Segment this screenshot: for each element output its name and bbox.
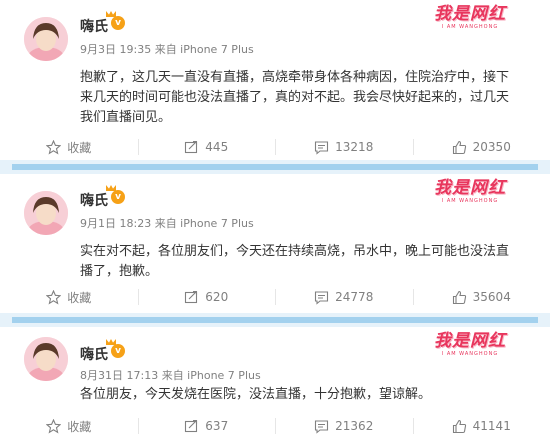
vip-badge: v bbox=[111, 16, 125, 30]
watermark-subtext: I AM WANGHONG bbox=[441, 24, 499, 30]
username[interactable]: 嗨氏 bbox=[80, 16, 108, 36]
repost-icon bbox=[184, 290, 199, 305]
post-separator bbox=[0, 313, 550, 327]
repost-button[interactable]: 637 bbox=[137, 409, 276, 443]
username[interactable]: 嗨氏 bbox=[80, 190, 108, 210]
action-bar-2: 收藏 620 24778 35604 bbox=[0, 280, 550, 314]
post-meta[interactable]: 9月3日 19:35 来自 iPhone 7 Plus bbox=[80, 41, 254, 57]
repost-button[interactable]: 445 bbox=[137, 130, 276, 164]
comment-button[interactable]: 21362 bbox=[275, 409, 413, 443]
comment-button[interactable]: 24778 bbox=[275, 280, 413, 314]
like-icon bbox=[452, 140, 467, 155]
weibo-post-1: 嗨氏 v 9月3日 19:35 来自 iPhone 7 Plus 我是网红 I … bbox=[0, 0, 550, 131]
watermark-logo: 我是网红 I AM WANGHONG bbox=[420, 331, 520, 357]
watermark-text: 我是网红 bbox=[434, 331, 506, 351]
vip-badge: v bbox=[111, 190, 125, 204]
comment-icon bbox=[314, 290, 329, 305]
weibo-post-2: 嗨氏 v 9月1日 18:23 来自 iPhone 7 Plus 我是网红 I … bbox=[0, 174, 550, 282]
post-content: 抱歉了，这几天一直没有直播，高烧牵带身体各种病因，住院治疗中，接下来几天的时间可… bbox=[80, 70, 510, 125]
favorite-button[interactable]: 收藏 bbox=[0, 130, 138, 164]
watermark-subtext: I AM WANGHONG bbox=[441, 351, 499, 357]
like-count: 35604 bbox=[472, 290, 511, 304]
post-content: 实在对不起，各位朋友们，今天还在持续高烧，吊水中，晚上可能也没法直播了，抱歉。 bbox=[80, 244, 510, 279]
star-icon bbox=[46, 139, 62, 155]
favorite-label: 收藏 bbox=[67, 290, 92, 305]
repost-count: 637 bbox=[205, 419, 229, 433]
star-icon bbox=[46, 418, 62, 434]
like-button[interactable]: 20350 bbox=[412, 130, 550, 164]
avatar[interactable] bbox=[24, 337, 68, 381]
watermark-logo: 我是网红 I AM WANGHONG bbox=[420, 4, 520, 30]
repost-icon bbox=[184, 419, 199, 434]
weibo-post-3: 嗨氏 v 8月31日 17:13 来自 iPhone 7 Plus 我是网红 I… bbox=[0, 327, 550, 413]
action-bar-1: 收藏 445 13218 20350 bbox=[0, 130, 550, 164]
action-bar-3: 收藏 637 21362 41141 bbox=[0, 409, 550, 443]
favorite-label: 收藏 bbox=[67, 140, 92, 155]
like-count: 20350 bbox=[472, 140, 511, 154]
like-icon bbox=[452, 290, 467, 305]
favorite-label: 收藏 bbox=[67, 419, 92, 434]
star-icon bbox=[46, 289, 62, 305]
post-content: 各位朋友，今天发烧在医院，没法直播，十分抱歉，望谅解。 bbox=[80, 387, 432, 402]
post-separator bbox=[0, 160, 550, 174]
like-count: 41141 bbox=[472, 419, 511, 433]
avatar[interactable] bbox=[24, 191, 68, 235]
comment-count: 21362 bbox=[335, 419, 374, 433]
repost-count: 445 bbox=[205, 140, 229, 154]
comment-icon bbox=[314, 140, 329, 155]
watermark-logo: 我是网红 I AM WANGHONG bbox=[420, 178, 520, 204]
watermark-subtext: I AM WANGHONG bbox=[441, 198, 499, 204]
repost-icon bbox=[184, 140, 199, 155]
like-icon bbox=[452, 419, 467, 434]
favorite-button[interactable]: 收藏 bbox=[0, 280, 138, 314]
comment-button[interactable]: 13218 bbox=[275, 130, 413, 164]
comment-count: 13218 bbox=[335, 140, 374, 154]
username[interactable]: 嗨氏 bbox=[80, 344, 108, 364]
repost-count: 620 bbox=[205, 290, 229, 304]
post-meta[interactable]: 8月31日 17:13 来自 iPhone 7 Plus bbox=[80, 367, 261, 383]
favorite-button[interactable]: 收藏 bbox=[0, 409, 138, 443]
like-button[interactable]: 35604 bbox=[412, 280, 550, 314]
watermark-text: 我是网红 bbox=[434, 178, 506, 198]
watermark-text: 我是网红 bbox=[434, 4, 506, 24]
like-button[interactable]: 41141 bbox=[412, 409, 550, 443]
repost-button[interactable]: 620 bbox=[137, 280, 276, 314]
avatar[interactable] bbox=[24, 17, 68, 61]
comment-count: 24778 bbox=[335, 290, 374, 304]
post-meta[interactable]: 9月1日 18:23 来自 iPhone 7 Plus bbox=[80, 215, 254, 231]
comment-icon bbox=[314, 419, 329, 434]
vip-badge: v bbox=[111, 344, 125, 358]
